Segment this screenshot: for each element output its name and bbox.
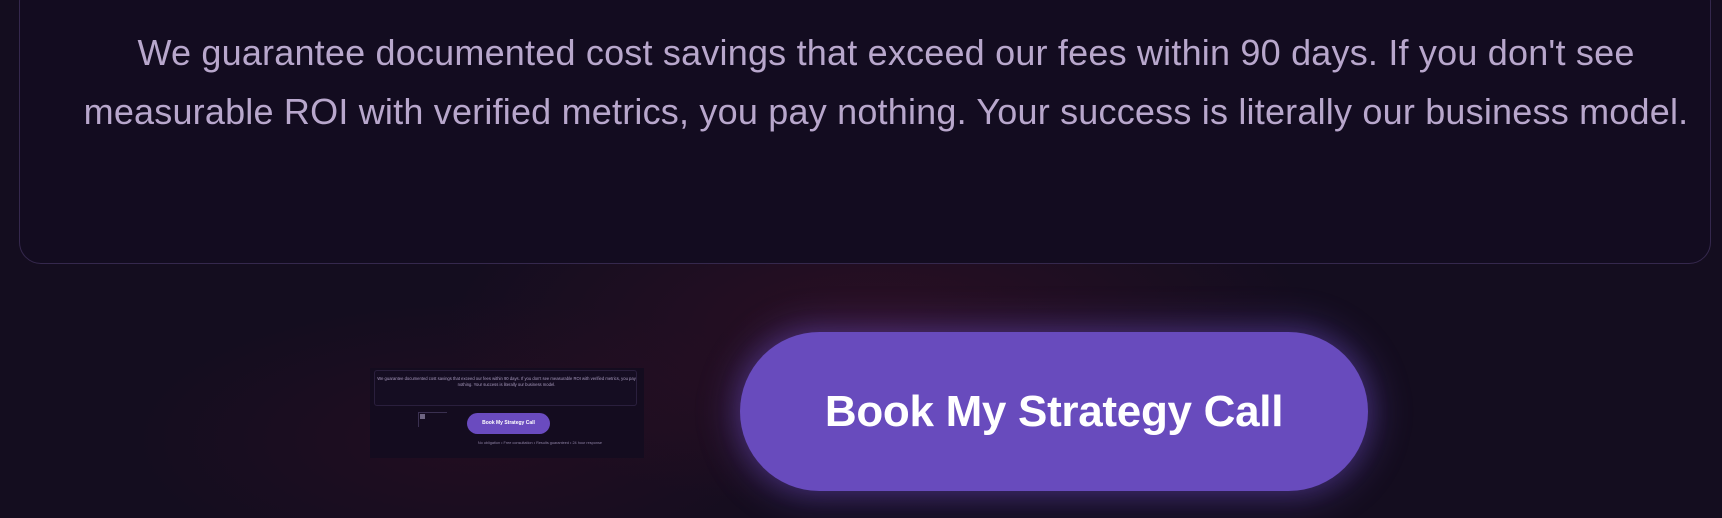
guarantee-text: We guarantee documented cost savings tha… — [83, 32, 1689, 132]
thumbnail-guarantee-card: We guarantee documented cost savings tha… — [374, 370, 637, 406]
guarantee-card: We guarantee documented cost savings tha… — [19, 0, 1711, 264]
thumbnail-guarantee-text: We guarantee documented cost savings tha… — [377, 376, 636, 388]
preview-thumbnail: We guarantee documented cost savings tha… — [370, 368, 644, 458]
book-strategy-call-button[interactable]: Book My Strategy Call — [740, 332, 1368, 491]
broken-image-icon — [418, 412, 447, 427]
thumbnail-book-call-button[interactable]: Book My Strategy Call — [467, 413, 550, 434]
thumbnail-meta-text: No obligation • Free consultation • Resu… — [477, 441, 602, 445]
